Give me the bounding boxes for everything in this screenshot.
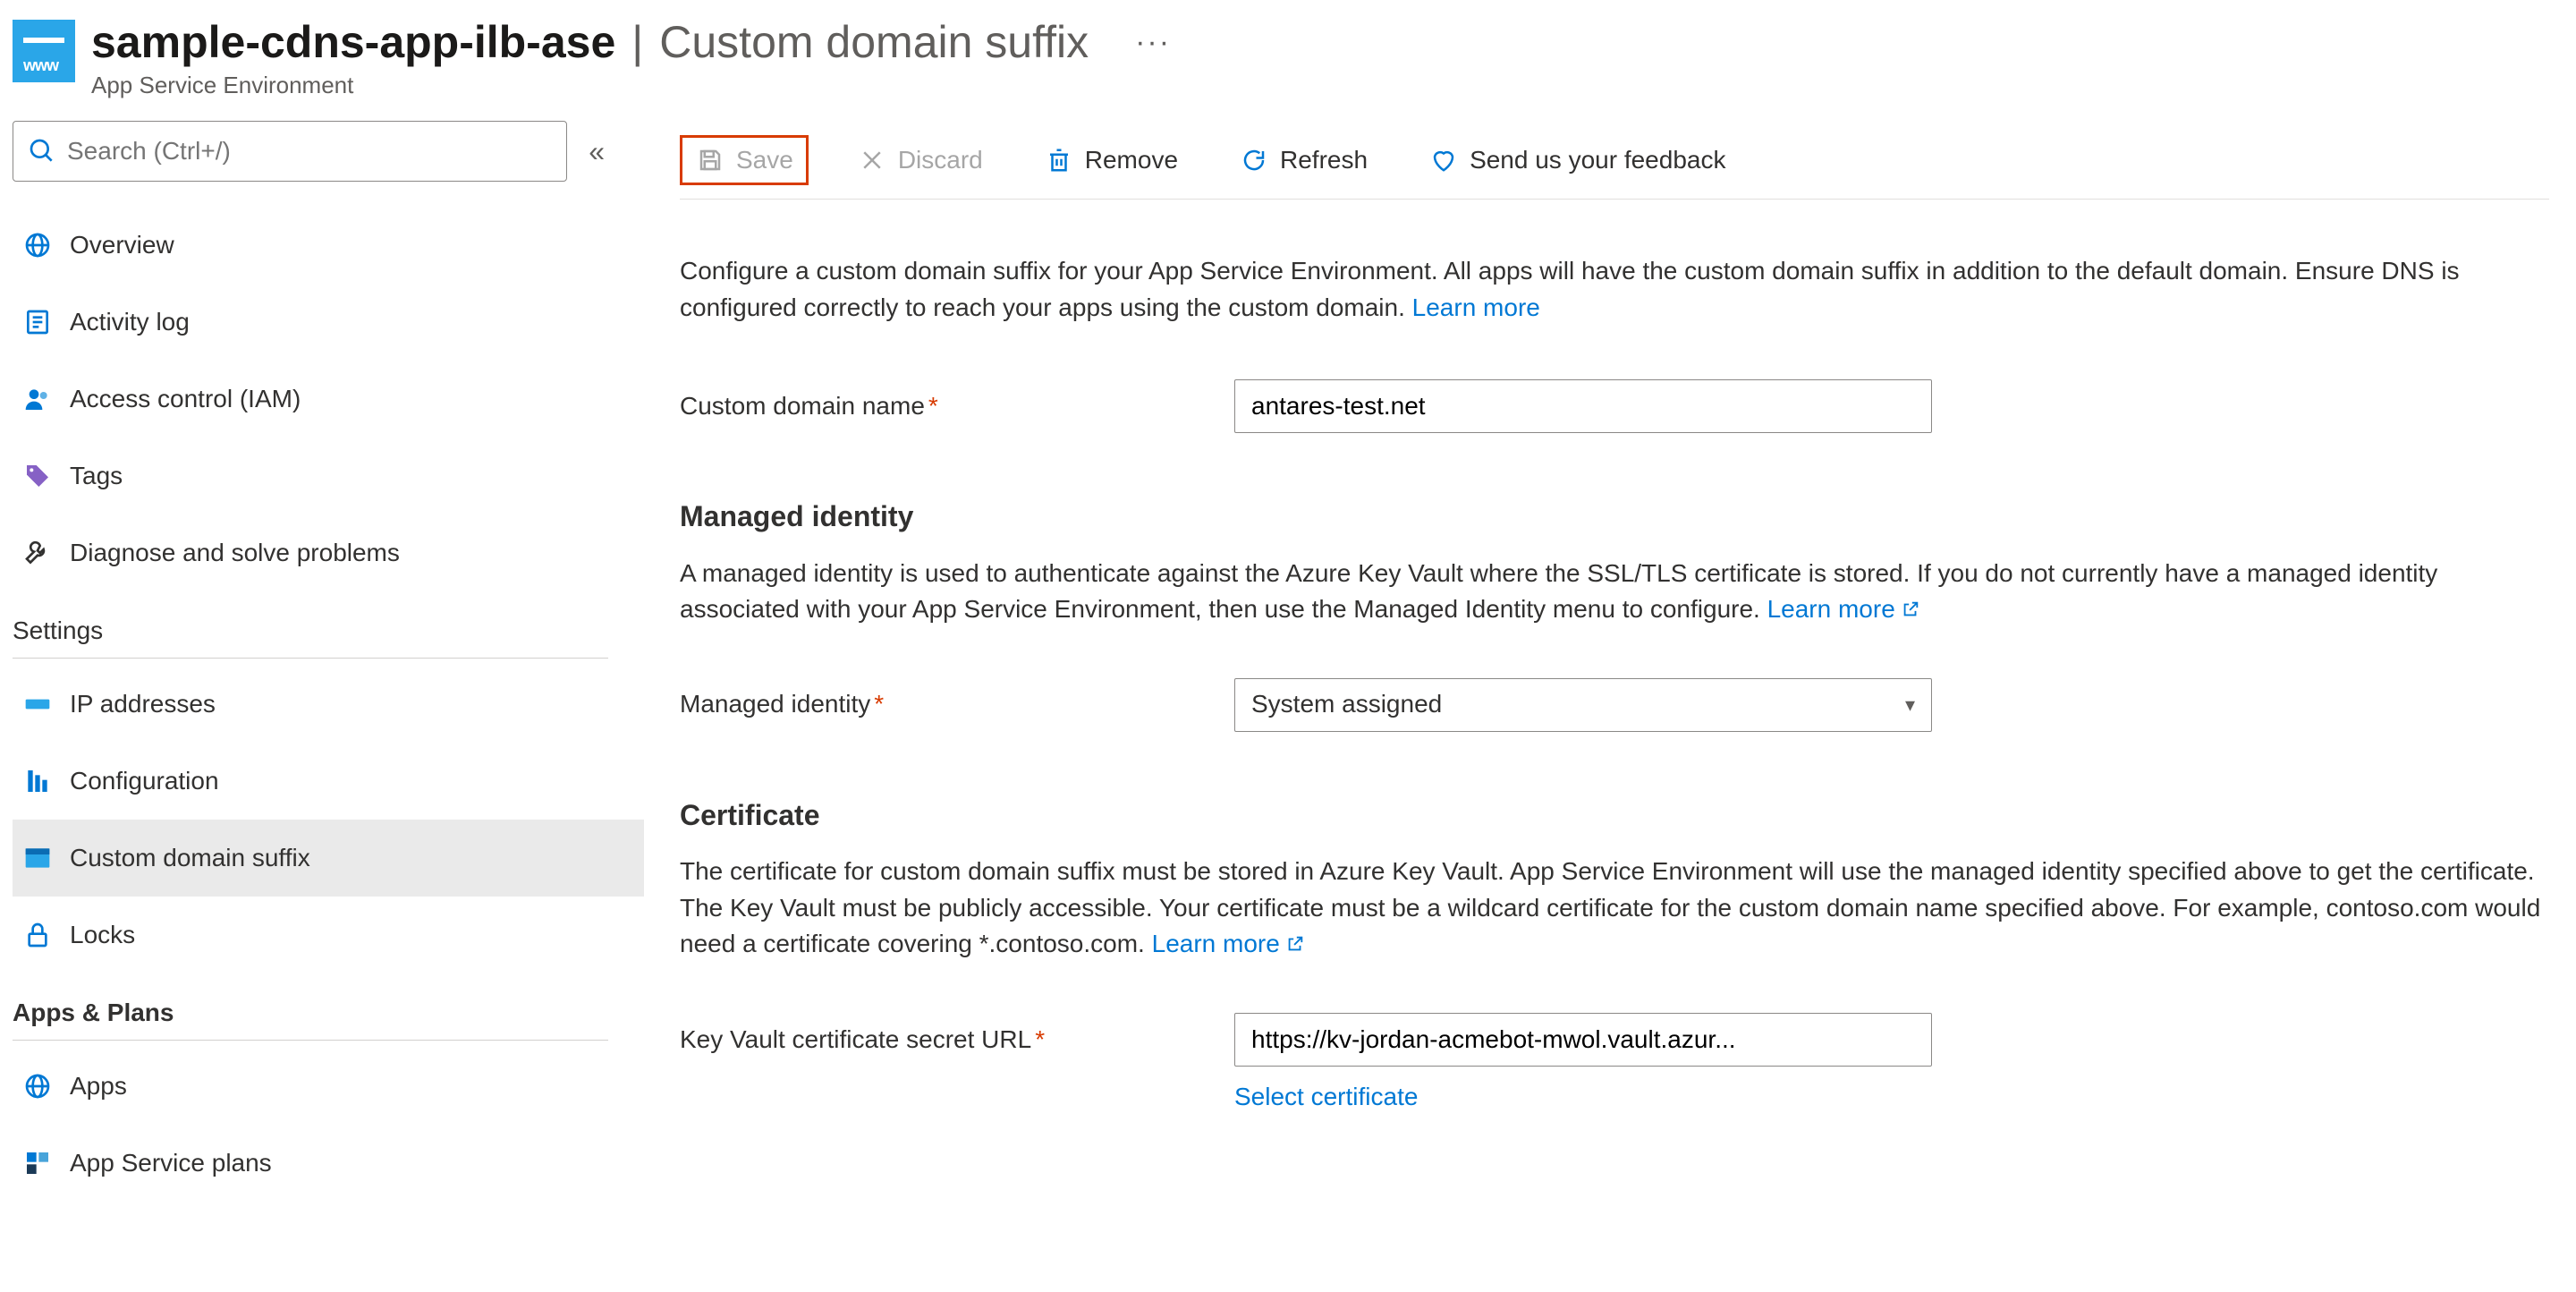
- sidebar-item-app-service-plans[interactable]: App Service plans: [13, 1125, 644, 1202]
- external-link-icon: [1285, 928, 1305, 948]
- globe-icon: [23, 231, 52, 259]
- sidebar-section-apps-plans: Apps & Plans: [13, 973, 608, 1041]
- chevron-down-icon: ▾: [1905, 691, 1915, 719]
- sidebar-item-locks[interactable]: Locks: [13, 897, 644, 973]
- sidebar-section-settings: Settings: [13, 591, 608, 659]
- page-description: Configure a custom domain suffix for you…: [680, 253, 2504, 326]
- refresh-button[interactable]: Refresh: [1226, 138, 1380, 183]
- resource-icon: [13, 20, 75, 82]
- remove-button[interactable]: Remove: [1031, 138, 1191, 183]
- heart-icon: [1428, 145, 1459, 175]
- sidebar-item-label: Custom domain suffix: [70, 844, 310, 872]
- save-icon: [695, 145, 725, 175]
- learn-more-link[interactable]: Learn more: [1152, 930, 1305, 957]
- close-icon: [857, 145, 887, 175]
- managed-identity-value: System assigned: [1251, 686, 1442, 723]
- page-header: sample-cdns-app-ilb-ase | Custom domain …: [0, 0, 2576, 121]
- globe-icon: [23, 1072, 52, 1101]
- feedback-button[interactable]: Send us your feedback: [1416, 138, 1738, 183]
- tag-icon: [23, 462, 52, 490]
- lock-icon: [23, 921, 52, 949]
- keyvault-url-field[interactable]: [1251, 1025, 1915, 1054]
- discard-button[interactable]: Discard: [844, 138, 996, 183]
- sidebar-item-label: Apps: [70, 1072, 127, 1101]
- custom-domain-label: Custom domain name*: [680, 388, 1234, 425]
- main-panel: Save Discard Remove Refresh Send us your…: [644, 121, 2576, 1292]
- sidebar-item-label: IP addresses: [70, 690, 216, 718]
- ip-icon: [23, 690, 52, 718]
- keyvault-url-input[interactable]: [1234, 1013, 1932, 1067]
- sidebar-item-label: Locks: [70, 921, 135, 949]
- resource-name: sample-cdns-app-ilb-ase: [91, 16, 615, 68]
- bars-icon: [23, 767, 52, 795]
- search-input[interactable]: [67, 137, 552, 166]
- custom-domain-input[interactable]: [1234, 379, 1932, 433]
- select-certificate-link[interactable]: Select certificate: [1234, 1079, 2549, 1116]
- refresh-icon: [1239, 145, 1269, 175]
- more-icon[interactable]: ···: [1135, 25, 1171, 60]
- sidebar-item-custom-domain-suffix[interactable]: Custom domain suffix: [13, 820, 644, 897]
- sidebar-item-label: App Service plans: [70, 1149, 272, 1177]
- keyvault-label: Key Vault certificate secret URL*: [680, 1022, 1234, 1058]
- sidebar-item-access-control[interactable]: Access control (IAM): [13, 361, 644, 438]
- managed-identity-select[interactable]: System assigned ▾: [1234, 678, 1932, 732]
- learn-more-link[interactable]: Learn more: [1767, 595, 1920, 623]
- toolbar: Save Discard Remove Refresh Send us your…: [680, 121, 2549, 200]
- external-link-icon: [1901, 593, 1920, 613]
- wrench-icon: [23, 539, 52, 567]
- managed-identity-heading: Managed identity: [680, 496, 2549, 537]
- sidebar-item-label: Activity log: [70, 308, 190, 336]
- sidebar-item-overview[interactable]: Overview: [13, 207, 644, 284]
- sidebar-item-activity-log[interactable]: Activity log: [13, 284, 644, 361]
- log-icon: [23, 308, 52, 336]
- trash-icon: [1044, 145, 1074, 175]
- sidebar-item-label: Overview: [70, 231, 174, 259]
- save-button[interactable]: Save: [680, 135, 809, 185]
- managed-identity-body: A managed identity is used to authentica…: [680, 556, 2549, 628]
- page-title: sample-cdns-app-ilb-ase | Custom domain …: [91, 16, 1171, 68]
- sidebar-item-diagnose[interactable]: Diagnose and solve problems: [13, 514, 644, 591]
- learn-more-link[interactable]: Learn more: [1412, 293, 1540, 321]
- managed-identity-label: Managed identity*: [680, 686, 1234, 723]
- certificate-heading: Certificate: [680, 795, 2549, 836]
- sidebar-item-label: Tags: [70, 462, 123, 490]
- people-icon: [23, 385, 52, 413]
- collapse-sidebar-icon[interactable]: «: [589, 135, 605, 168]
- sidebar-search[interactable]: [13, 121, 567, 182]
- sidebar-item-label: Access control (IAM): [70, 385, 301, 413]
- sidebar-item-tags[interactable]: Tags: [13, 438, 644, 514]
- sidebar: « Overview Activity log Access control (…: [0, 121, 644, 1292]
- sidebar-item-configuration[interactable]: Configuration: [13, 743, 644, 820]
- sidebar-item-label: Configuration: [70, 767, 219, 795]
- www-icon: [23, 844, 52, 872]
- sidebar-item-ip-addresses[interactable]: IP addresses: [13, 666, 644, 743]
- sidebar-item-apps[interactable]: Apps: [13, 1048, 644, 1125]
- certificate-body: The certificate for custom domain suffix…: [680, 854, 2549, 963]
- page-name: Custom domain suffix: [659, 16, 1089, 68]
- search-icon: [28, 137, 56, 166]
- sidebar-item-label: Diagnose and solve problems: [70, 539, 400, 567]
- resource-type: App Service Environment: [91, 72, 1171, 99]
- custom-domain-field[interactable]: [1251, 392, 1915, 421]
- plan-icon: [23, 1149, 52, 1177]
